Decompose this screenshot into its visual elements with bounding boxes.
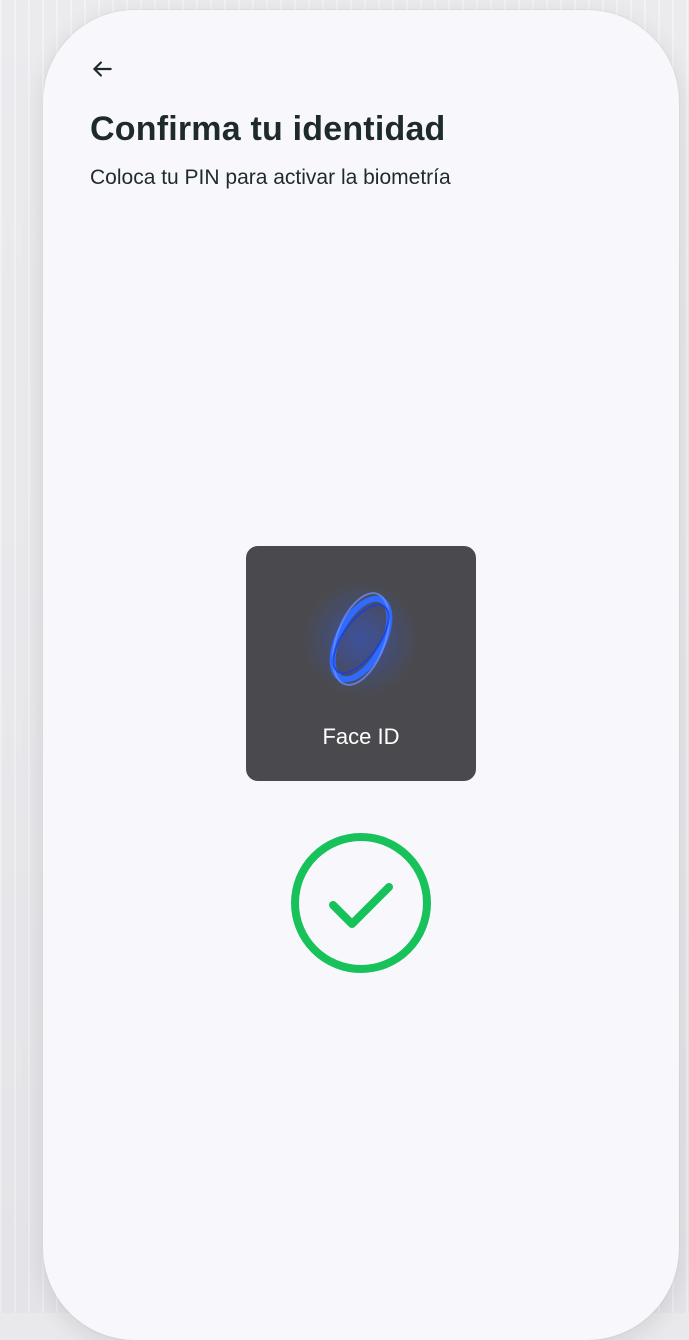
page-subtitle: Coloca tu PIN para activar la biometría	[90, 166, 451, 189]
phone-screen: Confirma tu identidad Coloca tu PIN para…	[43, 10, 679, 1340]
face-id-icon	[303, 581, 419, 697]
arrow-left-icon	[93, 61, 112, 77]
back-button[interactable]	[87, 54, 117, 84]
faceid-prompt: Face ID	[246, 546, 476, 781]
checkmark-circle-icon	[291, 833, 431, 973]
page-title: Confirma tu identidad	[90, 110, 446, 148]
faceid-label: Face ID	[322, 724, 400, 749]
